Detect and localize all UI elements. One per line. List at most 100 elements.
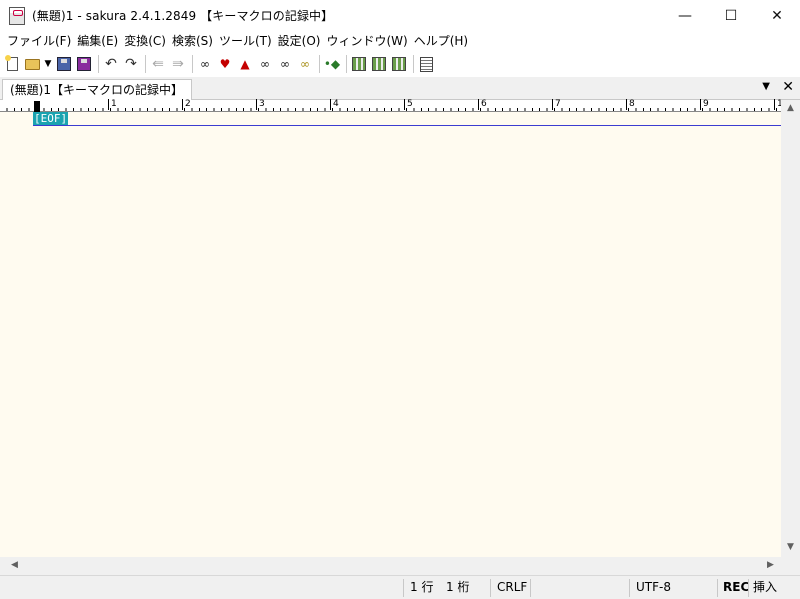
open-file-icon [24, 58, 40, 70]
find-next-button[interactable]: ▲ [236, 55, 254, 73]
ruler-label: 8 [626, 99, 635, 110]
menu-settings[interactable]: 設定(O) [277, 31, 326, 51]
menu-bar: ファイル(F) 編集(E) 変換(C) 検索(S) ツール(T) 設定(O) ウ… [0, 31, 800, 51]
tab-untitled-1[interactable]: (無題)1【キーマクロの記録中】 [2, 79, 192, 100]
eof-marker: [EOF] [33, 112, 69, 125]
editor-area[interactable]: [EOF] [0, 112, 781, 557]
settings-button[interactable] [417, 55, 435, 73]
window-controls: — ☐ ✕ [662, 0, 800, 31]
title-bar: (無題)1 - sakura 2.4.1.2849 【キーマクロの記録中】 — … [0, 0, 800, 31]
ruler-label: 5 [404, 99, 413, 110]
status-divider [403, 579, 404, 597]
redo-button[interactable]: ↷ [122, 55, 140, 73]
outline-button[interactable] [350, 55, 368, 73]
status-newline[interactable]: CRLF [497, 576, 527, 599]
status-line: 1 行 [410, 580, 434, 594]
property-icon [392, 57, 406, 71]
menu-edit[interactable]: 編集(E) [76, 31, 123, 51]
save-icon [57, 57, 71, 71]
toolbar-separator [98, 55, 99, 73]
sakura-app-icon[interactable] [9, 6, 25, 25]
status-divider [530, 579, 531, 597]
grep-icon: ∞ [300, 57, 310, 71]
scroll-down-arrow[interactable]: ▼ [782, 542, 799, 552]
undo-button[interactable]: ↶ [102, 55, 120, 73]
replace-button[interactable]: ∞ [256, 55, 274, 73]
menu-file[interactable]: ファイル(F) [6, 31, 76, 51]
status-encoding[interactable]: UTF-8 [636, 576, 671, 599]
ruler-label: 7 [552, 99, 561, 110]
find-next-icon: ▲ [240, 57, 250, 71]
scroll-left-arrow[interactable]: ◀ [6, 560, 23, 570]
jump-forward-button[interactable]: ⇛ [169, 55, 187, 73]
scrollbar-corner [781, 557, 800, 575]
save-as-icon [77, 57, 91, 71]
toolbar-separator [145, 55, 146, 73]
ruler-cursor-marker [34, 101, 40, 112]
ruler-label: 2 [182, 99, 191, 110]
close-button[interactable]: ✕ [754, 0, 800, 31]
replace-icon: ∞ [260, 57, 270, 71]
settings-icon [419, 56, 433, 72]
menu-window[interactable]: ウィンドウ(W) [325, 31, 412, 51]
property-button[interactable] [390, 55, 408, 73]
window-title: (無題)1 - sakura 2.4.1.2849 【キーマクロの記録中】 [32, 9, 334, 23]
vertical-scrollbar[interactable]: ▲ ▼ [781, 100, 800, 557]
find-previous-button[interactable]: ♥ [216, 55, 234, 73]
menu-convert[interactable]: 変換(C) [123, 31, 171, 51]
save-as-button[interactable] [75, 55, 93, 73]
column-ruler: 1 2 3 4 5 6 7 8 9 1 [0, 99, 783, 112]
new-file-button[interactable] [3, 55, 21, 73]
status-divider [717, 579, 718, 597]
incremental-search-icon: ∞ [280, 57, 290, 71]
horizontal-scrollbar[interactable]: ◀ ▶ [0, 557, 781, 575]
find-previous-icon: ♥ [219, 57, 231, 71]
status-divider [490, 579, 491, 597]
toolbar-separator [192, 55, 193, 73]
toolbar: ▼ ↶ ↷ ⇚ ⇛ ∞ ♥ ▲ ∞ ∞ ∞ •◆ [0, 52, 800, 76]
ruler-label: 6 [478, 99, 487, 110]
ruler-label: 1 [108, 99, 117, 110]
ruler-label: 9 [700, 99, 709, 110]
find-button[interactable]: ∞ [196, 55, 214, 73]
status-column: 1 桁 [446, 580, 470, 594]
toolbar-separator [346, 55, 347, 73]
grep-button[interactable]: ∞ [296, 55, 314, 73]
scroll-up-arrow[interactable]: ▲ [782, 103, 799, 113]
status-insert-mode[interactable]: 挿入 [753, 576, 777, 599]
ruler-label: 4 [330, 99, 339, 110]
cursor-line-underline [33, 125, 781, 126]
open-dropdown-button[interactable]: ▼ [43, 55, 53, 73]
menu-tools[interactable]: ツール(T) [218, 31, 277, 51]
jump-forward-icon: ⇛ [172, 56, 184, 72]
redo-icon: ↷ [125, 56, 137, 72]
compare-button[interactable] [370, 55, 388, 73]
new-file-icon [4, 55, 18, 71]
toolbar-separator [413, 55, 414, 73]
maximize-button[interactable]: ☐ [708, 0, 754, 31]
status-macro-recording: REC [723, 580, 750, 594]
open-file-button[interactable] [23, 55, 41, 73]
incremental-search-button[interactable]: ∞ [276, 55, 294, 73]
scroll-right-arrow[interactable]: ▶ [762, 560, 779, 570]
status-bar: 1 行 1 桁 CRLF UTF-8 REC 挿入 [0, 575, 800, 599]
outline-icon [352, 57, 366, 71]
mark-button[interactable]: •◆ [323, 55, 341, 73]
tab-list-dropdown[interactable]: ▼ [762, 81, 770, 92]
status-divider [629, 579, 630, 597]
find-icon: ∞ [200, 57, 210, 71]
tab-bar: (無題)1【キーマクロの記録中】 ▼ ✕ [0, 77, 800, 100]
mark-icon: •◆ [323, 57, 341, 71]
save-button[interactable] [55, 55, 73, 73]
tab-close-button[interactable]: ✕ [782, 79, 794, 95]
ruler-label: 3 [256, 99, 265, 110]
menu-search[interactable]: 検索(S) [171, 31, 218, 51]
undo-icon: ↶ [105, 56, 117, 72]
jump-back-button[interactable]: ⇚ [149, 55, 167, 73]
status-divider [748, 579, 749, 597]
jump-back-icon: ⇚ [152, 56, 164, 72]
compare-icon [372, 57, 386, 71]
menu-help[interactable]: ヘルプ(H) [413, 31, 473, 51]
toolbar-separator [319, 55, 320, 73]
minimize-button[interactable]: — [662, 0, 708, 31]
